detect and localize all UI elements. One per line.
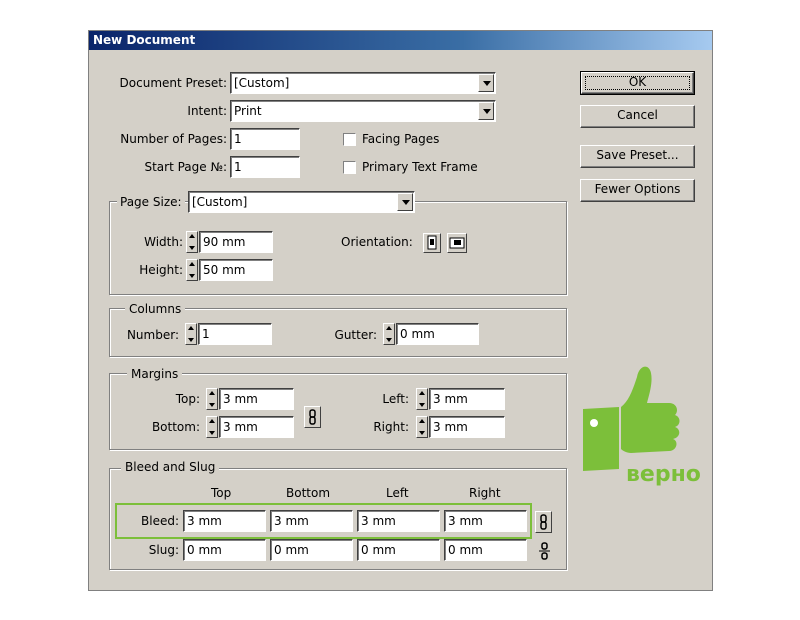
margin-left-spinner[interactable] <box>416 388 428 410</box>
margin-right-input[interactable]: 3 mm <box>429 416 505 438</box>
cancel-button-label: Cancel <box>617 108 658 122</box>
height-label: Height: <box>139 263 183 277</box>
ok-button[interactable]: OK <box>580 71 695 95</box>
columns-number-input[interactable]: 1 <box>198 323 272 345</box>
page-size-value: [Custom] <box>192 195 248 209</box>
facing-pages-checkbox[interactable] <box>343 133 356 146</box>
chain-link-icon <box>309 409 316 425</box>
chevron-down-icon[interactable] <box>397 193 413 211</box>
margin-right-label: Right: <box>373 420 409 434</box>
start-page-label: Start Page №: <box>144 160 227 174</box>
margin-top-label: Top: <box>175 392 200 406</box>
margin-bottom-spinner[interactable] <box>206 416 218 438</box>
gutter-spinner[interactable] <box>383 323 395 345</box>
height-spinner[interactable] <box>186 259 198 281</box>
thumbs-up-icon <box>583 366 680 471</box>
width-input[interactable]: 90 mm <box>199 231 273 253</box>
header-right: Right <box>469 486 501 500</box>
slug-top-input[interactable]: 0 mm <box>183 539 266 561</box>
cancel-button[interactable]: Cancel <box>580 105 695 128</box>
document-preset-label: Document Preset: <box>119 76 227 90</box>
portrait-orientation-icon[interactable] <box>423 233 441 253</box>
margin-left-label: Left: <box>382 392 409 406</box>
primary-text-frame-checkbox[interactable] <box>343 161 356 174</box>
intent-select[interactable]: Print <box>230 100 496 122</box>
columns-number-label: Number: <box>126 328 179 342</box>
columns-title: Columns <box>125 302 186 316</box>
columns-number-spinner[interactable] <box>185 323 197 345</box>
page-size-label: Page Size: <box>117 195 185 209</box>
height-input[interactable]: 50 mm <box>199 259 273 281</box>
number-of-pages-label: Number of Pages: <box>120 132 227 146</box>
slug-link-icon[interactable] <box>537 541 552 561</box>
margin-bottom-input[interactable]: 3 mm <box>219 416 294 438</box>
margin-left-input[interactable]: 3 mm <box>429 388 505 410</box>
portrait-page-icon <box>427 235 437 250</box>
margin-top-spinner[interactable] <box>206 388 218 410</box>
document-preset-value: [Custom] <box>234 76 290 90</box>
facing-pages-label: Facing Pages <box>362 132 440 146</box>
chevron-down-icon[interactable] <box>478 74 494 92</box>
gutter-label: Gutter: <box>334 328 377 342</box>
landscape-orientation-icon[interactable] <box>447 233 467 253</box>
dialog-title: New Document <box>93 33 196 47</box>
number-of-pages-input[interactable]: 1 <box>230 128 300 150</box>
primary-text-frame-label: Primary Text Frame <box>362 160 478 174</box>
margins-link-icon[interactable] <box>304 406 321 428</box>
width-spinner[interactable] <box>186 231 198 253</box>
new-document-dialog: New Document Document Preset: [Custom] I… <box>88 30 713 591</box>
width-label: Width: <box>144 235 183 249</box>
page-size-select[interactable]: [Custom] <box>188 191 415 213</box>
fewer-options-button-label: Fewer Options <box>594 182 681 196</box>
chain-link-icon <box>540 514 547 530</box>
margin-right-spinner[interactable] <box>416 416 428 438</box>
chevron-down-icon[interactable] <box>478 102 494 120</box>
margins-group <box>109 373 567 450</box>
margins-title: Margins <box>127 367 183 381</box>
save-preset-button[interactable]: Save Preset... <box>580 145 695 168</box>
bleed-highlight <box>115 503 532 539</box>
margin-bottom-label: Bottom: <box>151 420 200 434</box>
title-bar: New Document <box>89 31 712 50</box>
bleed-slug-title: Bleed and Slug <box>121 460 220 474</box>
fewer-options-button[interactable]: Fewer Options <box>580 179 695 202</box>
intent-value: Print <box>234 104 262 118</box>
header-left: Left <box>386 486 409 500</box>
start-page-input[interactable]: 1 <box>230 156 300 178</box>
save-preset-button-label: Save Preset... <box>596 148 679 162</box>
header-top: Top <box>211 486 232 500</box>
ok-button-label: OK <box>628 75 647 89</box>
bleed-link-icon[interactable] <box>535 511 552 533</box>
slug-label: Slug: <box>148 543 179 557</box>
slug-right-input[interactable]: 0 mm <box>444 539 527 561</box>
orientation-label: Orientation: <box>341 235 413 249</box>
gutter-input[interactable]: 0 mm <box>396 323 479 345</box>
slug-bottom-input[interactable]: 0 mm <box>270 539 353 561</box>
intent-label: Intent: <box>187 104 227 118</box>
document-preset-select[interactable]: [Custom] <box>230 72 496 94</box>
slug-left-input[interactable]: 0 mm <box>357 539 440 561</box>
broken-chain-icon <box>539 542 550 560</box>
overlay-caption: верно <box>626 462 701 487</box>
landscape-page-icon <box>449 237 465 249</box>
margin-top-input[interactable]: 3 mm <box>219 388 294 410</box>
header-bottom: Bottom <box>286 486 331 500</box>
